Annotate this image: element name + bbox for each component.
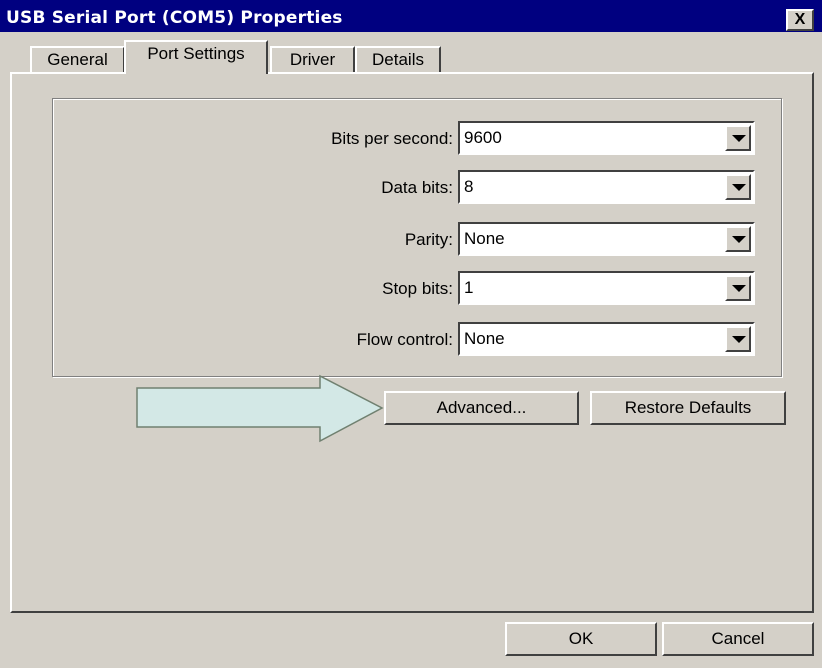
annotation-arrow-icon bbox=[136, 374, 384, 443]
properties-dialog: USB Serial Port (COM5) Properties X Gene… bbox=[0, 0, 822, 668]
